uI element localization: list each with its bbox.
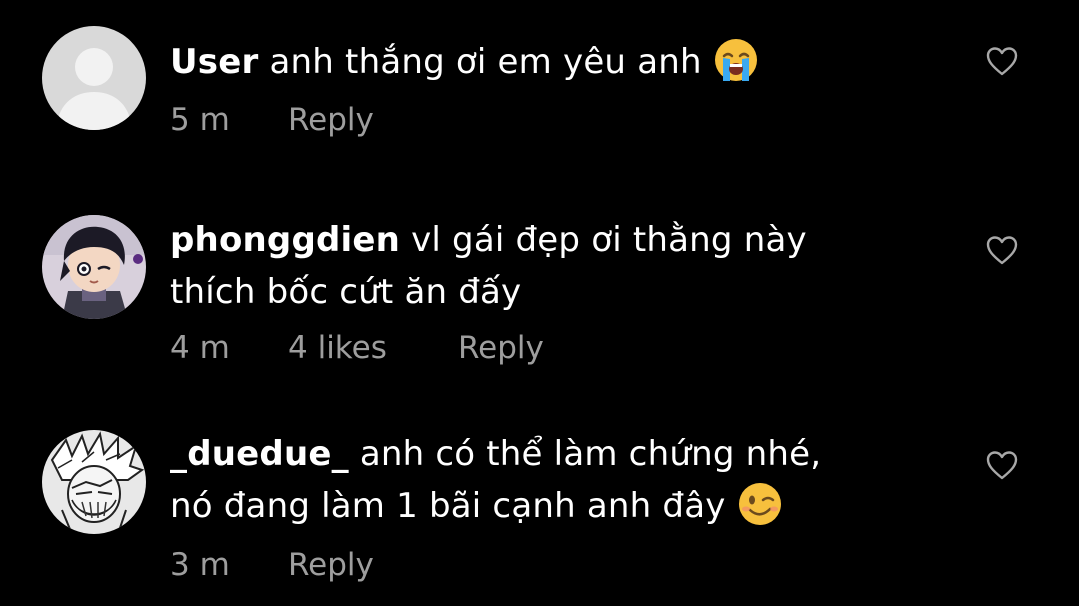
comment-username[interactable]: phonggdien — [170, 220, 400, 260]
like-heart-icon[interactable] — [985, 234, 1019, 266]
likes-count-link[interactable]: 4 likes — [288, 328, 387, 368]
reply-button[interactable]: Reply — [288, 545, 374, 585]
avatar[interactable] — [42, 430, 146, 534]
comment-time: 3 m — [170, 547, 230, 583]
comment-username[interactable]: _duedue_ — [170, 434, 349, 474]
comment-text-line-1: anh có thể làm chứng nhé, — [359, 434, 822, 474]
comment-text-line-2: nó đang làm 1 bãi cạnh anh đây — [170, 486, 726, 526]
reply-button[interactable]: Reply — [288, 100, 374, 140]
manga-sketch-avatar-icon — [42, 430, 146, 534]
avatar[interactable] — [42, 215, 146, 319]
comment-body: _duedue_ anh có thể làm chứng nhé, nó đa… — [170, 428, 950, 532]
comment-body: User anh thắng ơi em yêu anh — [170, 36, 950, 88]
comment-text-line-2: thích bốc cứt ăn đấy — [170, 272, 522, 312]
comment-line: nó đang làm 1 bãi cạnh anh đây — [170, 480, 950, 532]
avatar[interactable] — [42, 26, 146, 130]
comment-text-line-1: vl gái đẹp ơi thằng này — [411, 220, 807, 260]
loudly-crying-face-icon — [714, 38, 757, 81]
reply-button[interactable]: Reply — [458, 328, 544, 368]
comment-line: _duedue_ anh có thể làm chứng nhé, — [170, 428, 950, 480]
winking-face-icon — [738, 482, 781, 525]
anime-boy-avatar-icon — [42, 215, 146, 319]
comment-time: 4 m — [170, 330, 230, 366]
comment-line: phonggdien vl gái đẹp ơi thằng này — [170, 214, 950, 266]
comment-username[interactable]: User — [170, 42, 258, 82]
default-avatar-icon — [42, 26, 146, 130]
like-heart-icon[interactable] — [985, 45, 1019, 77]
comment-text: anh thắng ơi em yêu anh — [269, 42, 702, 82]
comment-time: 5 m — [170, 102, 230, 138]
comment-body: phonggdien vl gái đẹp ơi thằng này thích… — [170, 214, 950, 318]
like-heart-icon[interactable] — [985, 449, 1019, 481]
